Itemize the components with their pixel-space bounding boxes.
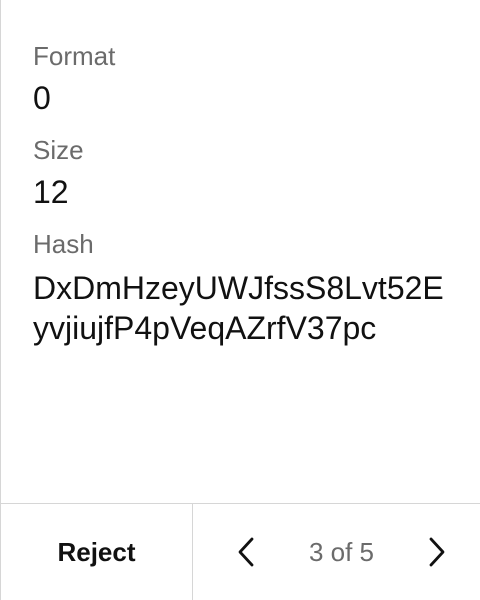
chevron-right-icon (429, 537, 445, 567)
details-section: Format 0 Size 12 Hash DxDmHzeyUWJfssS8Lv… (33, 40, 460, 348)
hash-label: Hash (33, 229, 94, 259)
hash-field: Hash DxDmHzeyUWJfssS8Lvt52EyvjiujfP4pVeq… (33, 228, 460, 348)
next-button[interactable] (424, 532, 450, 572)
previous-button[interactable] (233, 532, 259, 572)
hash-value: DxDmHzeyUWJfssS8Lvt52EyvjiujfP4pVeqAZrfV… (33, 270, 444, 346)
footer-bar: Reject 3 of 5 (1, 503, 480, 600)
size-value: 12 (33, 174, 69, 210)
format-field: Format 0 (33, 40, 460, 118)
transaction-detail-panel: Format 0 Size 12 Hash DxDmHzeyUWJfssS8Lv… (0, 0, 480, 600)
chevron-left-icon (238, 537, 254, 567)
pagination: 3 of 5 (193, 504, 480, 600)
size-field: Size 12 (33, 134, 460, 212)
format-label: Format (33, 41, 116, 71)
format-value: 0 (33, 80, 51, 116)
page-indicator: 3 of 5 (308, 536, 375, 567)
reject-button[interactable]: Reject (1, 504, 193, 600)
size-label: Size (33, 135, 84, 165)
